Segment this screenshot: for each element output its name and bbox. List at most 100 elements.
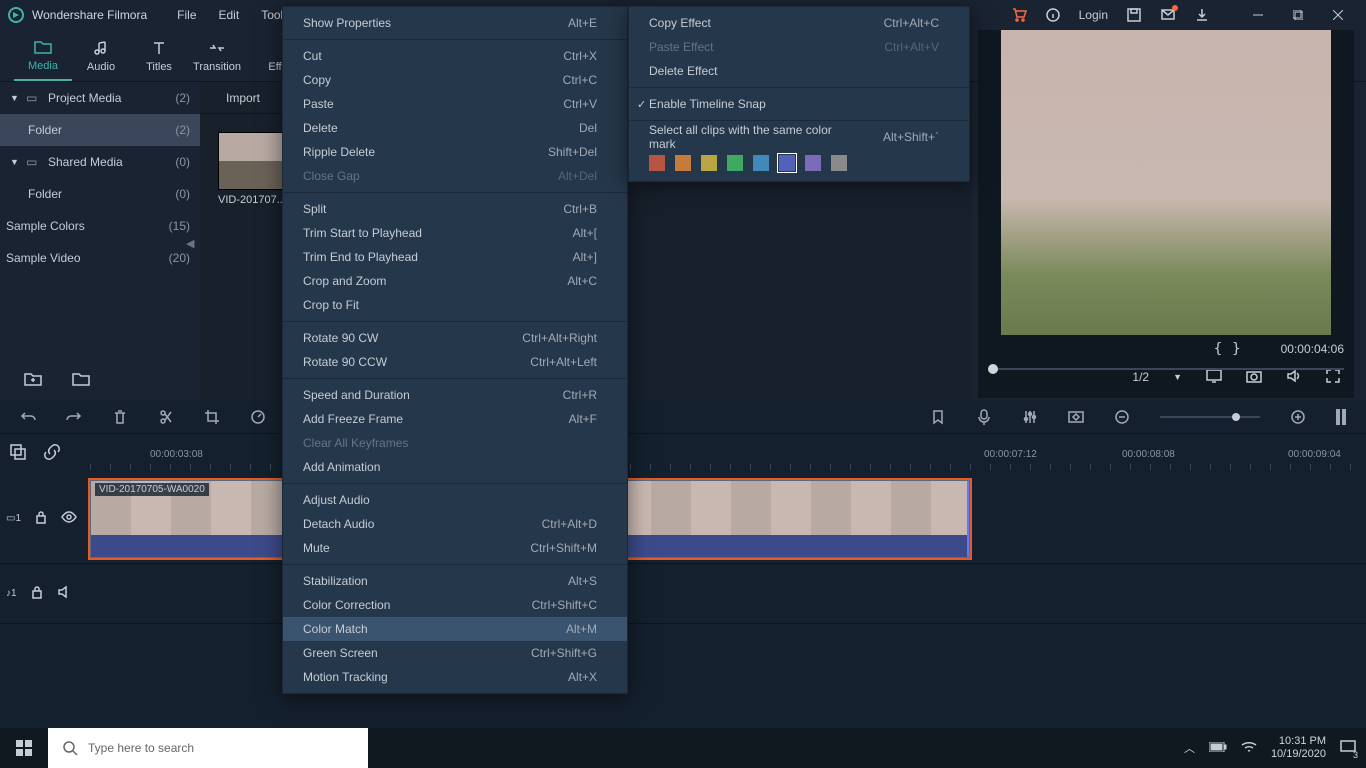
- tree-sample-video[interactable]: Sample Video (20): [0, 242, 200, 274]
- start-button[interactable]: [0, 728, 48, 768]
- zoom-fit-icon[interactable]: [1336, 409, 1346, 425]
- taskbar-clock[interactable]: 10:31 PM 10/19/2020: [1271, 735, 1326, 761]
- preview-ratio[interactable]: 1/2: [1132, 370, 1149, 384]
- menu-item-add-freeze-frame[interactable]: Add Freeze FrameAlt+F: [283, 407, 627, 431]
- speaker-icon[interactable]: [57, 585, 71, 602]
- fullscreen-icon[interactable]: [1326, 369, 1340, 386]
- menu-item-ripple-delete[interactable]: Ripple DeleteShift+Del: [283, 140, 627, 164]
- login-link[interactable]: Login: [1079, 8, 1108, 22]
- maximize-button[interactable]: [1278, 0, 1318, 30]
- menu-item-color-match[interactable]: Color MatchAlt+M: [283, 617, 627, 641]
- menu-item-rotate-90-cw[interactable]: Rotate 90 CWCtrl+Alt+Right: [283, 326, 627, 350]
- menu-item-trim-end-to-playhead[interactable]: Trim End to PlayheadAlt+]: [283, 245, 627, 269]
- display-icon[interactable]: [1206, 369, 1222, 386]
- mark-in-icon[interactable]: {: [1214, 341, 1222, 357]
- preview-video[interactable]: [1001, 30, 1331, 335]
- menu-item-mute[interactable]: MuteCtrl+Shift+M: [283, 536, 627, 560]
- menu-item-add-animation[interactable]: Add Animation: [283, 455, 627, 479]
- color-swatch[interactable]: [779, 155, 795, 171]
- menu-item-speed-and-duration[interactable]: Speed and DurationCtrl+R: [283, 383, 627, 407]
- menu-item-stabilization[interactable]: StabilizationAlt+S: [283, 569, 627, 593]
- import-tab[interactable]: Import: [226, 91, 260, 105]
- color-swatch[interactable]: [753, 155, 769, 171]
- menu-item-copy[interactable]: CopyCtrl+C: [283, 68, 627, 92]
- tray-chevron-icon[interactable]: ︿: [1184, 740, 1195, 756]
- color-swatch[interactable]: [649, 155, 665, 171]
- color-swatch[interactable]: [701, 155, 717, 171]
- volume-icon[interactable]: [1286, 369, 1302, 386]
- text-icon: [151, 39, 167, 57]
- new-folder-icon[interactable]: [24, 372, 42, 389]
- eye-icon[interactable]: [61, 511, 77, 526]
- notification-icon[interactable]: 3: [1340, 739, 1356, 758]
- split-icon[interactable]: [158, 409, 174, 425]
- menu-item-delete-effect[interactable]: Delete Effect: [629, 59, 969, 83]
- menu-item-split[interactable]: SplitCtrl+B: [283, 197, 627, 221]
- tree-sample-colors[interactable]: Sample Colors (15): [0, 210, 200, 242]
- info-icon[interactable]: [1045, 7, 1061, 23]
- preview-scrubber[interactable]: [988, 368, 1344, 370]
- video-track-1[interactable]: ▭1 VID-20170705-WA0020: [0, 474, 1366, 564]
- menu-item-adjust-audio[interactable]: Adjust Audio: [283, 488, 627, 512]
- tab-media[interactable]: Media: [14, 30, 72, 81]
- chevron-down-icon[interactable]: ▼: [1173, 372, 1182, 382]
- marker-icon[interactable]: [930, 409, 946, 425]
- lock-icon[interactable]: [35, 510, 47, 527]
- menu-item-delete[interactable]: DeleteDel: [283, 116, 627, 140]
- menu-item-crop-to-fit[interactable]: Crop to Fit: [283, 293, 627, 317]
- folder-icon[interactable]: [72, 372, 90, 389]
- menu-item-rotate-90-ccw[interactable]: Rotate 90 CCWCtrl+Alt+Left: [283, 350, 627, 374]
- camera-icon[interactable]: [1246, 369, 1262, 386]
- tab-audio[interactable]: Audio: [72, 30, 130, 81]
- timeline-ruler[interactable]: 00:00:03:08 00:00:07:12 00:00:08:08 00:0…: [0, 434, 1366, 474]
- zoom-in-icon[interactable]: [1290, 409, 1306, 425]
- menu-item-cut[interactable]: CutCtrl+X: [283, 44, 627, 68]
- menu-item-green-screen[interactable]: Green ScreenCtrl+Shift+G: [283, 641, 627, 665]
- message-icon[interactable]: [1160, 7, 1176, 23]
- download-icon[interactable]: [1194, 7, 1210, 23]
- menu-item-enable-timeline-snap[interactable]: ✓Enable Timeline Snap: [629, 92, 969, 116]
- tree-folder-2[interactable]: Folder (0): [0, 178, 200, 210]
- save-icon[interactable]: [1126, 7, 1142, 23]
- tree-folder-1[interactable]: Folder (2): [0, 114, 200, 146]
- panel-collapse-icon[interactable]: ◀: [186, 237, 196, 253]
- menu-edit[interactable]: Edit: [219, 8, 240, 22]
- mic-icon[interactable]: [976, 409, 992, 425]
- menu-item-motion-tracking[interactable]: Motion TrackingAlt+X: [283, 665, 627, 689]
- color-swatch[interactable]: [727, 155, 743, 171]
- menu-item-copy-effect[interactable]: Copy EffectCtrl+Alt+C: [629, 11, 969, 35]
- zoom-out-icon[interactable]: [1114, 409, 1130, 425]
- menu-item-color-correction[interactable]: Color CorrectionCtrl+Shift+C: [283, 593, 627, 617]
- close-button[interactable]: [1318, 0, 1358, 30]
- menu-item-paste[interactable]: PasteCtrl+V: [283, 92, 627, 116]
- mark-out-icon[interactable]: }: [1232, 341, 1240, 357]
- speed-icon[interactable]: [250, 409, 266, 425]
- keyframe-icon[interactable]: [1068, 409, 1084, 425]
- menu-item-trim-start-to-playhead[interactable]: Trim Start to PlayheadAlt+[: [283, 221, 627, 245]
- delete-icon[interactable]: [112, 409, 128, 425]
- crop-icon[interactable]: [204, 409, 220, 425]
- taskbar-search[interactable]: Type here to search: [48, 728, 368, 768]
- color-swatch[interactable]: [831, 155, 847, 171]
- tree-project-media[interactable]: ▼ ▭ Project Media (2): [0, 82, 200, 114]
- menu-item-show-properties[interactable]: Show PropertiesAlt+E: [283, 11, 627, 35]
- color-swatch[interactable]: [805, 155, 821, 171]
- undo-icon[interactable]: [20, 409, 36, 425]
- menu-item-detach-audio[interactable]: Detach AudioCtrl+Alt+D: [283, 512, 627, 536]
- wifi-icon[interactable]: [1241, 741, 1257, 756]
- minimize-button[interactable]: [1238, 0, 1278, 30]
- tab-titles[interactable]: Titles: [130, 30, 188, 81]
- battery-icon[interactable]: [1209, 742, 1227, 755]
- tab-transition[interactable]: Transition: [188, 30, 246, 81]
- cart-icon[interactable]: [1011, 7, 1027, 23]
- audio-mixer-icon[interactable]: [1022, 409, 1038, 425]
- zoom-slider[interactable]: [1160, 416, 1260, 418]
- redo-icon[interactable]: [66, 409, 82, 425]
- tree-shared-media[interactable]: ▼ ▭ Shared Media (0): [0, 146, 200, 178]
- color-swatch[interactable]: [675, 155, 691, 171]
- audio-track-1[interactable]: ♪1: [0, 564, 1366, 624]
- lock-icon[interactable]: [31, 585, 43, 602]
- menu-file[interactable]: File: [177, 8, 196, 22]
- app-logo-icon: [8, 7, 24, 23]
- menu-item-crop-and-zoom[interactable]: Crop and ZoomAlt+C: [283, 269, 627, 293]
